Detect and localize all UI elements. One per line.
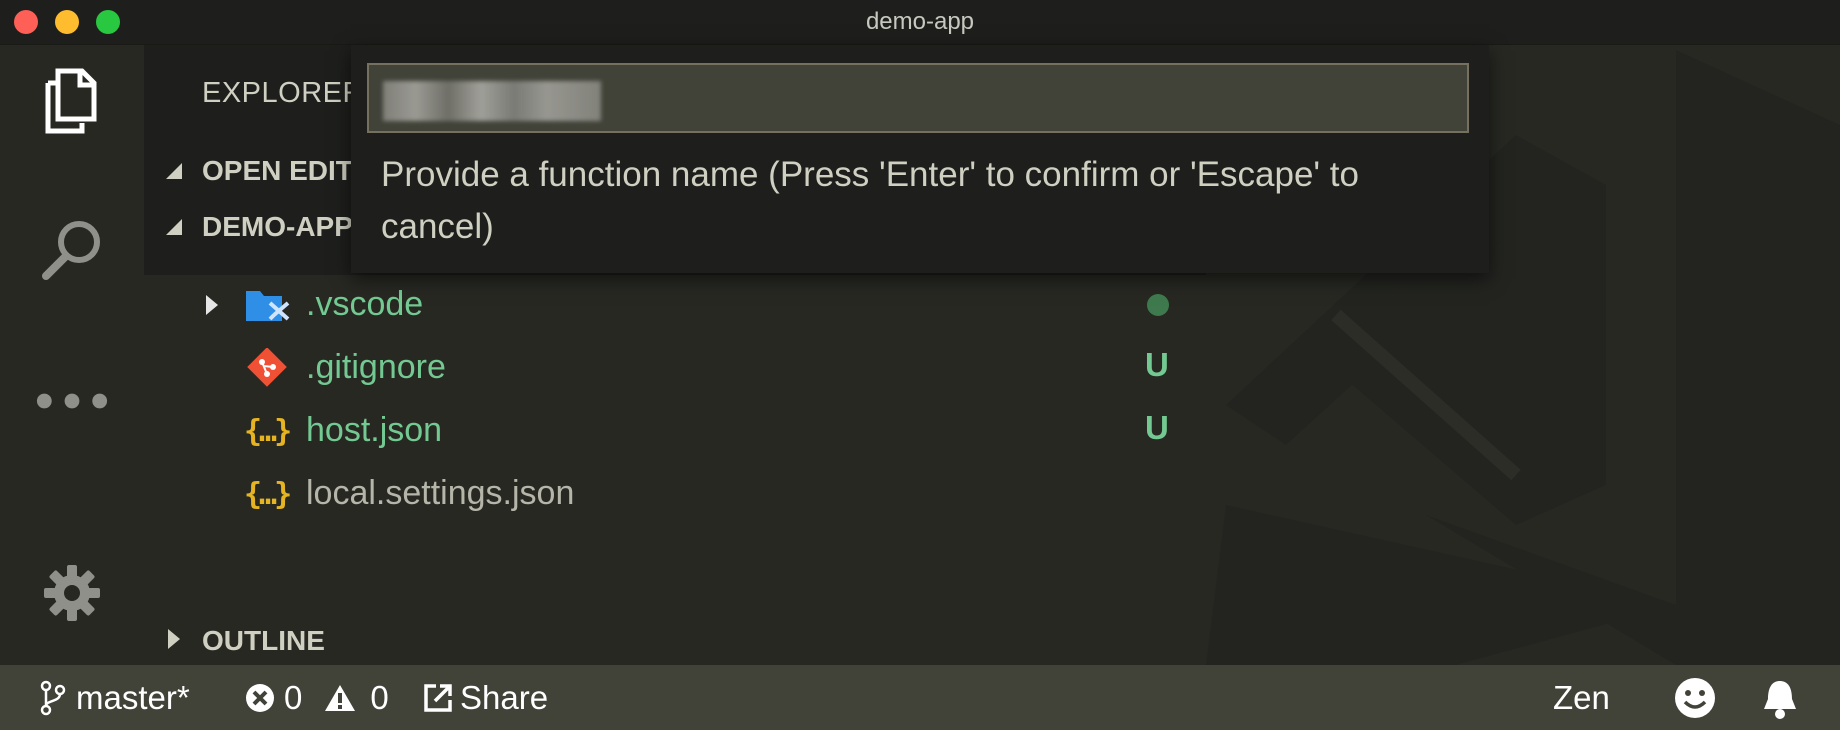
more-icon[interactable]: [36, 365, 108, 437]
input-prompt-message: Provide a function name (Press 'Enter' t…: [381, 155, 1360, 246]
project-label: DEMO-APP: [202, 211, 353, 242]
collapse-icon: [166, 219, 182, 235]
vscode-folder-icon: [244, 285, 290, 327]
quick-input-widget: Provide a function name (Press 'Enter' t…: [351, 45, 1489, 273]
file-row-local-settings[interactable]: {…} local.settings.json: [144, 464, 1206, 526]
warning-icon: [325, 685, 356, 711]
file-row-vscode[interactable]: .vscode: [144, 275, 1206, 337]
git-status-badge: U: [1145, 409, 1169, 446]
share-icon: [424, 684, 452, 712]
json-icon: {…}: [244, 477, 292, 512]
file-tree: .vscode .gitignore U {…} host.json U {…}…: [144, 275, 1206, 663]
search-icon[interactable]: [36, 213, 108, 285]
function-name-input[interactable]: [367, 63, 1469, 133]
error-icon: [246, 684, 274, 712]
redacted-input-text: [383, 81, 601, 121]
expand-icon: [206, 295, 218, 315]
activity-bar: [0, 45, 144, 665]
gear-icon[interactable]: [36, 557, 108, 629]
window-title: demo-app: [865, 8, 975, 35]
branch-indicator[interactable]: master*: [40, 679, 190, 717]
file-row-host-json[interactable]: {…} host.json U: [144, 401, 1206, 463]
notifications-button[interactable]: [1760, 677, 1800, 719]
collapse-icon: [166, 163, 182, 179]
git-branch-icon: [40, 680, 66, 716]
status-bar: master* 0 0 Share Zen: [0, 665, 1840, 730]
git-status-badge: U: [1145, 346, 1169, 383]
zen-mode-button[interactable]: Zen: [1553, 679, 1610, 717]
file-row-gitignore[interactable]: .gitignore U: [144, 338, 1206, 400]
file-name: .vscode: [306, 285, 424, 323]
warning-count: 0: [370, 679, 389, 716]
smiley-icon: [1675, 678, 1715, 718]
share-label: Share: [460, 679, 549, 716]
outline-label: OUTLINE: [202, 625, 325, 656]
title-bar: demo-app: [0, 0, 1840, 45]
git-icon: [244, 347, 290, 390]
branch-name: master*: [76, 679, 190, 716]
problems-indicator[interactable]: 0 0: [244, 679, 389, 717]
share-button[interactable]: Share: [422, 679, 548, 717]
json-icon: {…}: [244, 414, 292, 449]
bell-icon: [1764, 681, 1796, 719]
modified-dot: [1147, 294, 1169, 316]
file-name: local.settings.json: [306, 474, 575, 512]
files-icon[interactable]: [36, 65, 108, 137]
file-name: .gitignore: [306, 348, 446, 386]
zen-label: Zen: [1553, 679, 1610, 716]
error-count: 0: [284, 679, 303, 716]
explorer-title: EXPLORER: [202, 77, 364, 109]
expand-icon: [168, 629, 180, 649]
file-name: host.json: [306, 411, 443, 449]
outline-section[interactable]: OUTLINE: [144, 617, 1206, 665]
feedback-button[interactable]: [1674, 677, 1716, 719]
